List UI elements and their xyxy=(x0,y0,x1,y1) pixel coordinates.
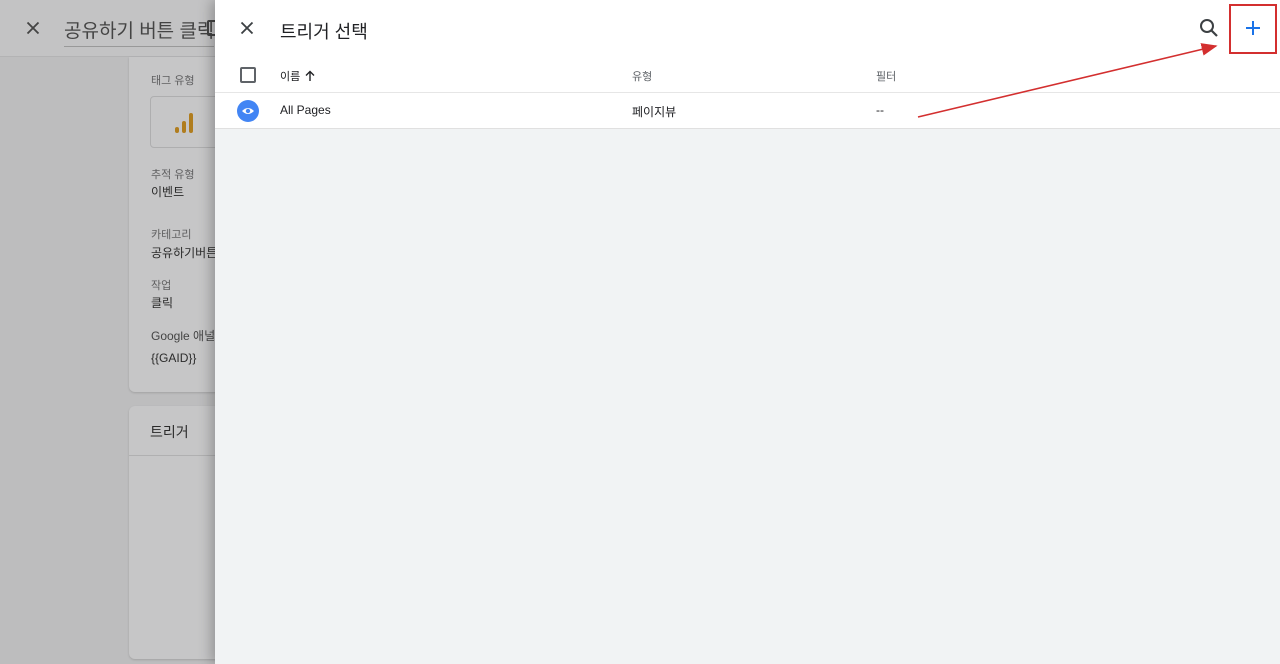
analytics-icon xyxy=(175,113,195,133)
tag-type-label: 태그 유형 xyxy=(151,75,195,87)
table-row[interactable]: All Pages 페이지뷰 -- xyxy=(215,93,1280,129)
close-icon[interactable] xyxy=(236,17,258,39)
category-label: 카테고리 xyxy=(151,229,192,241)
tag-name-title[interactable]: 공유하기 버튼 클릭 xyxy=(64,16,215,47)
column-header-name-label: 이름 xyxy=(280,71,301,83)
trigger-select-panel: 트리거 선택 이름 유형 필터 All Pages 페이지뷰 -- xyxy=(215,0,1280,664)
trigger-card-title: 트리거 xyxy=(150,424,189,440)
panel-title: 트리거 선택 xyxy=(280,22,368,42)
track-type-label: 추적 유형 xyxy=(151,169,195,181)
search-icon[interactable] xyxy=(1197,16,1221,40)
action-value: 클릭 xyxy=(151,296,174,310)
arrow-up-icon xyxy=(305,70,315,81)
row-filter: -- xyxy=(876,103,884,117)
table-header: 이름 유형 필터 xyxy=(215,57,1280,93)
plus-icon xyxy=(1246,21,1260,35)
panel-header: 트리거 선택 xyxy=(215,0,1280,57)
ga-settings-value: {{GAID}} xyxy=(151,351,197,365)
eye-icon xyxy=(237,100,259,122)
column-header-filter[interactable]: 필터 xyxy=(876,68,896,84)
track-type-value: 이벤트 xyxy=(151,185,185,199)
category-value: 공유하기버튼 xyxy=(151,246,218,260)
close-icon[interactable] xyxy=(22,17,44,39)
add-trigger-button[interactable] xyxy=(1231,6,1275,50)
row-type: 페이지뷰 xyxy=(632,105,677,119)
select-all-checkbox[interactable] xyxy=(240,67,256,83)
row-name: All Pages xyxy=(280,103,331,117)
column-header-type[interactable]: 유형 xyxy=(632,68,652,84)
column-header-name[interactable]: 이름 xyxy=(280,68,316,84)
action-label: 작업 xyxy=(151,280,172,292)
